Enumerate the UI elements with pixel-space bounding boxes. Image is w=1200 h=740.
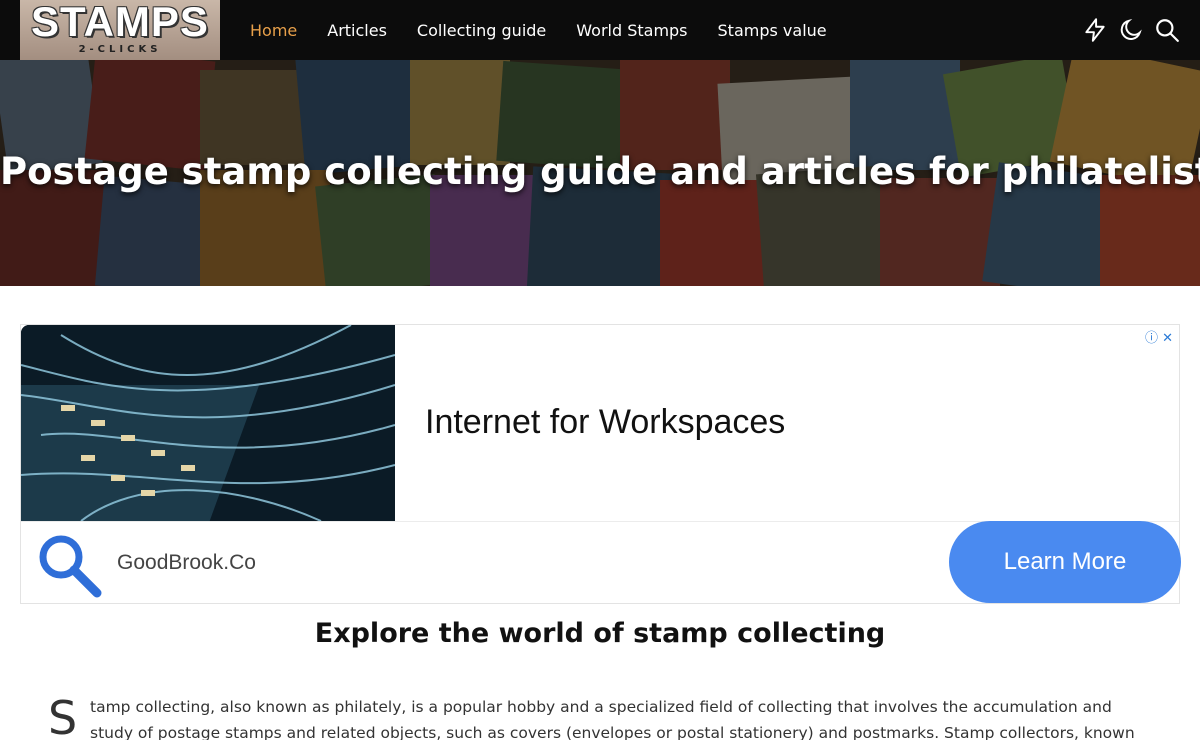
drop-cap: S: [48, 691, 78, 740]
logo-main-text: STAMPS: [31, 0, 209, 45]
ad-image[interactable]: [21, 325, 395, 521]
search-icon[interactable]: [1154, 17, 1180, 43]
logo-sub-text: 2-CLICKS: [78, 44, 162, 55]
nav-stamps-value[interactable]: Stamps value: [718, 21, 827, 40]
network-cables-image: [21, 325, 395, 521]
magnifier-logo-icon: [35, 531, 103, 599]
ad-info-close-icon[interactable]: ⓘ ✕: [1145, 327, 1173, 346]
lightning-icon[interactable]: [1082, 17, 1108, 43]
nav-world-stamps[interactable]: World Stamps: [576, 21, 687, 40]
nav-icon-group: [1072, 0, 1180, 60]
ad-advertiser-name[interactable]: GoodBrook.Co: [117, 551, 256, 575]
nav-home[interactable]: Home: [250, 21, 297, 40]
hero-banner: Postage stamp collecting guide and artic…: [0, 60, 1200, 286]
section-title: Explore the world of stamp collecting: [314, 618, 886, 649]
intro-paragraph: tamp collecting, also known as philately…: [90, 698, 1135, 740]
ad-banner[interactable]: ⓘ ✕ Internet for Workspaces GoodBrook.Co…: [20, 324, 1181, 604]
moon-icon[interactable]: [1118, 17, 1144, 43]
hero-title: Postage stamp collecting guide and artic…: [0, 150, 1200, 193]
nav-articles[interactable]: Articles: [327, 21, 387, 40]
main-nav: Home Articles Collecting guide World Sta…: [250, 0, 857, 60]
ad-headline[interactable]: Internet for Workspaces: [425, 403, 785, 442]
top-nav-bar: STAMPS 2-CLICKS Home Articles Collecting…: [0, 0, 1200, 60]
learn-more-button[interactable]: Learn More: [949, 521, 1181, 603]
nav-collecting-guide[interactable]: Collecting guide: [417, 21, 546, 40]
site-logo[interactable]: STAMPS 2-CLICKS: [20, 0, 220, 60]
